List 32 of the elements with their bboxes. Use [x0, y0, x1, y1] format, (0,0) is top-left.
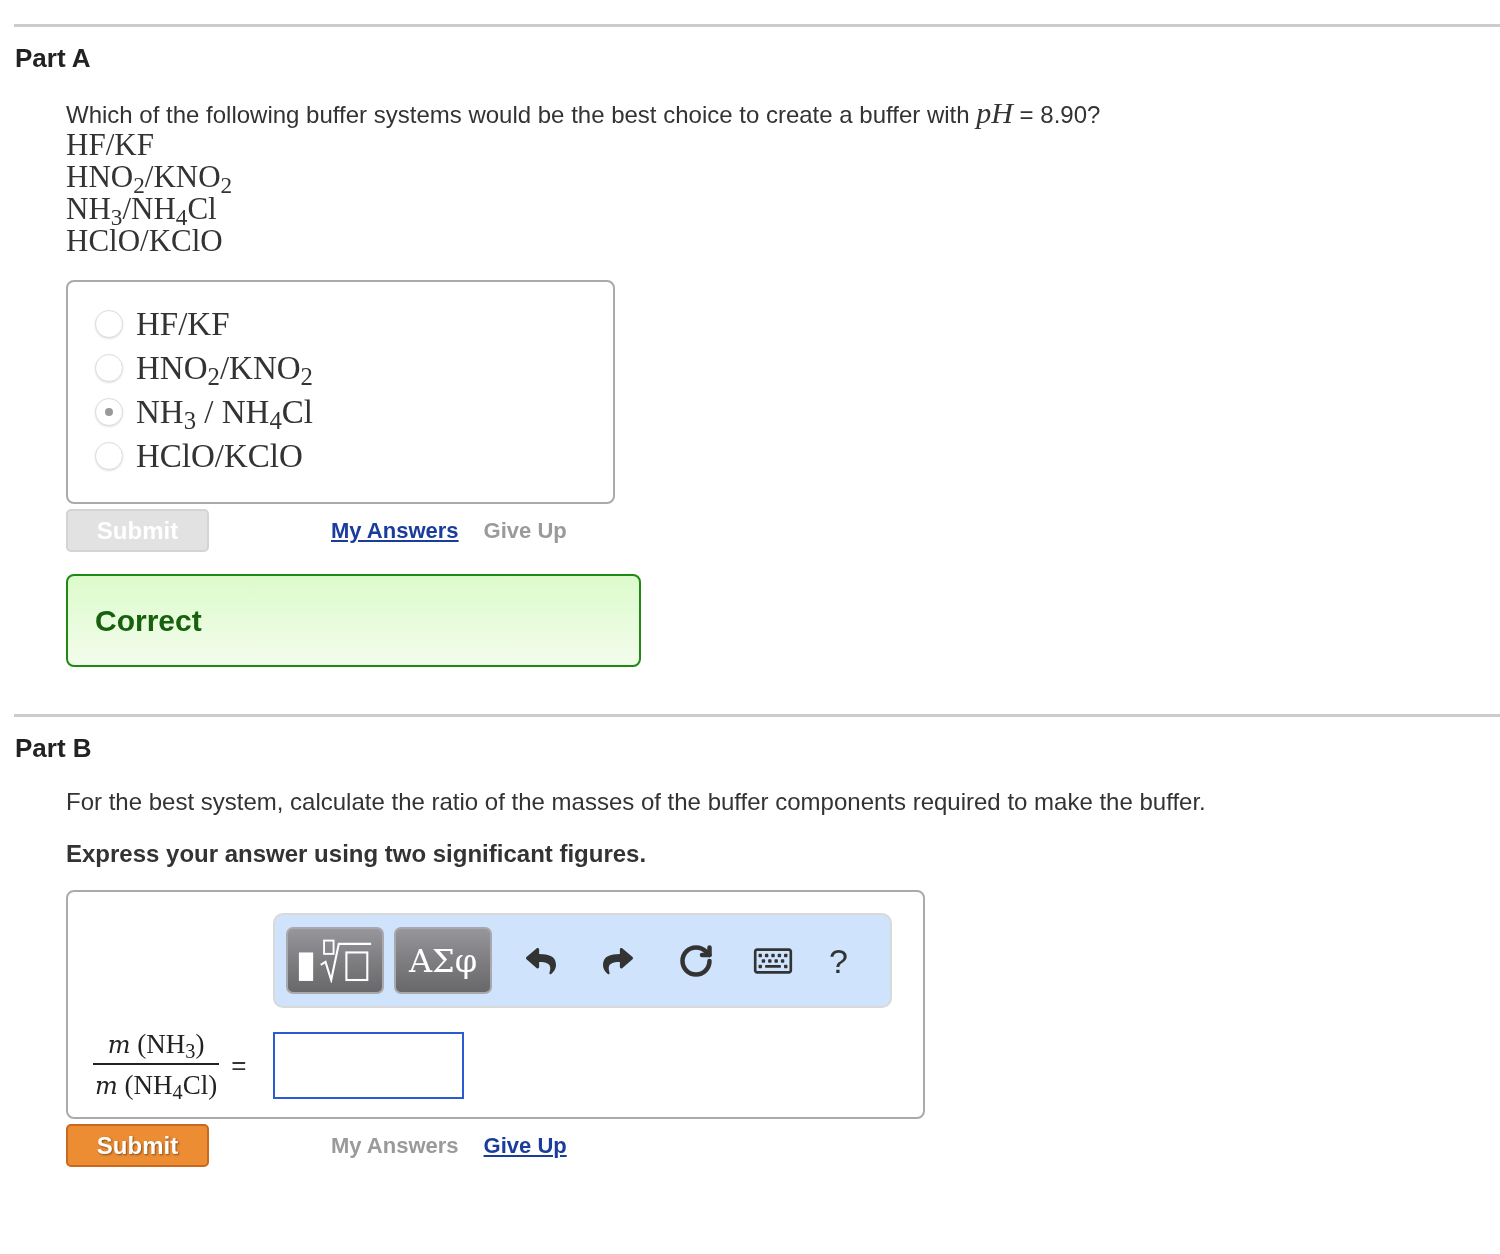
give-up-link[interactable]: Give Up	[483, 1131, 567, 1160]
submit-button[interactable]: Submit	[66, 1124, 209, 1167]
option-label: HClO/KClO	[136, 437, 303, 476]
buffer-formula: HF/KF	[66, 129, 154, 161]
templates-button[interactable]	[286, 927, 384, 994]
radio-button[interactable]	[95, 310, 123, 338]
radio-button[interactable]	[95, 398, 123, 426]
square-root-template-icon	[297, 938, 373, 983]
option-label: NH$_{3}$ / NH$_{4}$Cl	[136, 393, 313, 432]
part-title: Part A	[15, 42, 91, 74]
instruction-text: Express your answer using two significant figures.	[66, 840, 647, 868]
reset-icon[interactable]	[678, 942, 714, 979]
my-answers-link[interactable]: My Answers	[331, 516, 459, 545]
part-title: Part B	[15, 732, 92, 764]
radio-button[interactable]	[95, 354, 123, 382]
buffer-formula: NH$_{3}$/NH$_{4}$Cl	[66, 193, 217, 225]
undo-icon[interactable]	[526, 945, 556, 976]
help-button[interactable]: ?	[829, 940, 848, 981]
feedback-text: Correct	[95, 603, 202, 639]
question-text: For the best system, calculate the ratio of the masses of the buffer components required to make the buffer.	[66, 788, 1206, 816]
redo-icon[interactable]	[603, 945, 633, 976]
question-text: Which of the following buffer systems would be the best choice to create a buffer with pH = 8.90?	[66, 99, 1101, 129]
fraction-denominator: m (NH$_{4}$Cl)	[93, 1063, 220, 1104]
radio-button[interactable]	[95, 442, 123, 470]
option-label: HNO$_{2}$/KNO$_{2}$	[136, 349, 313, 388]
symbols-button[interactable]: ΑΣφ	[394, 927, 492, 994]
option-label: HF/KF	[136, 305, 230, 344]
buffer-formula: HClO/KClO	[66, 225, 223, 257]
answer-field[interactable]	[273, 1031, 465, 1099]
fraction-numerator: m (NH$_{3}$)	[106, 1028, 206, 1063]
equals-sign: =	[231, 1048, 247, 1082]
buffer-formula: HNO$_{2}$/KNO$_{2}$	[66, 161, 233, 193]
